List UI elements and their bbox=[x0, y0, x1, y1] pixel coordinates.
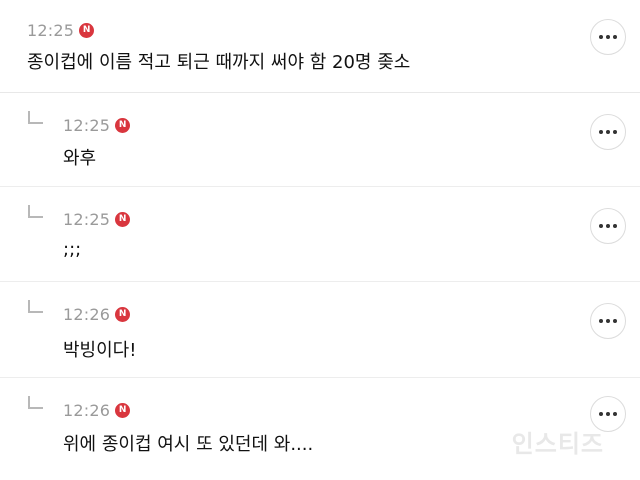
more-dot-icon bbox=[613, 412, 617, 416]
reply-item: 12:25 N ;;; bbox=[0, 187, 640, 282]
watermark: 인스티즈 bbox=[511, 430, 604, 458]
more-options-button[interactable] bbox=[590, 19, 626, 55]
more-dot-icon bbox=[599, 412, 603, 416]
comment-text: 종이컵에 이름 적고 퇴근 때까지 써야 함 20명 좆소 bbox=[27, 52, 411, 73]
more-dot-icon bbox=[613, 319, 617, 323]
more-options-button[interactable] bbox=[590, 303, 626, 339]
comment-meta: 12:26 N bbox=[63, 304, 131, 324]
more-dot-icon bbox=[606, 130, 610, 134]
comment-text: 위에 종이컵 여시 또 있던데 와.... bbox=[63, 434, 314, 455]
comment-item: 12:25 N 종이컵에 이름 적고 퇴근 때까지 써야 함 20명 좆소 bbox=[0, 0, 640, 93]
more-options-button[interactable] bbox=[590, 208, 626, 244]
reply-item: 12:25 N 와후 bbox=[0, 93, 640, 187]
new-badge-icon: N bbox=[115, 117, 131, 133]
comment-time: 12:26 bbox=[63, 304, 111, 324]
new-badge-icon: N bbox=[79, 22, 95, 38]
comment-time: 12:26 bbox=[63, 400, 111, 420]
reply-arrow-icon bbox=[28, 300, 43, 313]
more-dot-icon bbox=[599, 130, 603, 134]
comment-time: 12:25 bbox=[27, 20, 75, 40]
reply-item: 12:26 N 박빙이다! bbox=[0, 282, 640, 378]
new-badge-icon: N bbox=[115, 306, 131, 322]
more-dot-icon bbox=[599, 35, 603, 39]
reply-arrow-icon bbox=[28, 396, 43, 409]
more-dot-icon bbox=[606, 319, 610, 323]
comment-text: 박빙이다! bbox=[63, 340, 137, 361]
more-dot-icon bbox=[613, 35, 617, 39]
new-badge-icon: N bbox=[115, 211, 131, 227]
comment-text: ;;; bbox=[63, 239, 82, 260]
comment-time: 12:25 bbox=[63, 115, 111, 135]
more-dot-icon bbox=[606, 224, 610, 228]
comment-meta: 12:25 N bbox=[63, 209, 131, 229]
more-dot-icon bbox=[599, 224, 603, 228]
more-dot-icon bbox=[613, 130, 617, 134]
more-dot-icon bbox=[599, 319, 603, 323]
comment-time: 12:25 bbox=[63, 209, 111, 229]
more-dot-icon bbox=[613, 224, 617, 228]
reply-arrow-icon bbox=[28, 111, 43, 124]
comment-text: 와후 bbox=[63, 148, 97, 169]
comment-meta: 12:25 N bbox=[63, 115, 131, 135]
comment-meta: 12:26 N bbox=[63, 400, 131, 420]
reply-arrow-icon bbox=[28, 205, 43, 218]
comment-meta: 12:25 N bbox=[27, 20, 95, 40]
more-options-button[interactable] bbox=[590, 114, 626, 150]
more-dot-icon bbox=[606, 35, 610, 39]
new-badge-icon: N bbox=[115, 402, 131, 418]
more-dot-icon bbox=[606, 412, 610, 416]
